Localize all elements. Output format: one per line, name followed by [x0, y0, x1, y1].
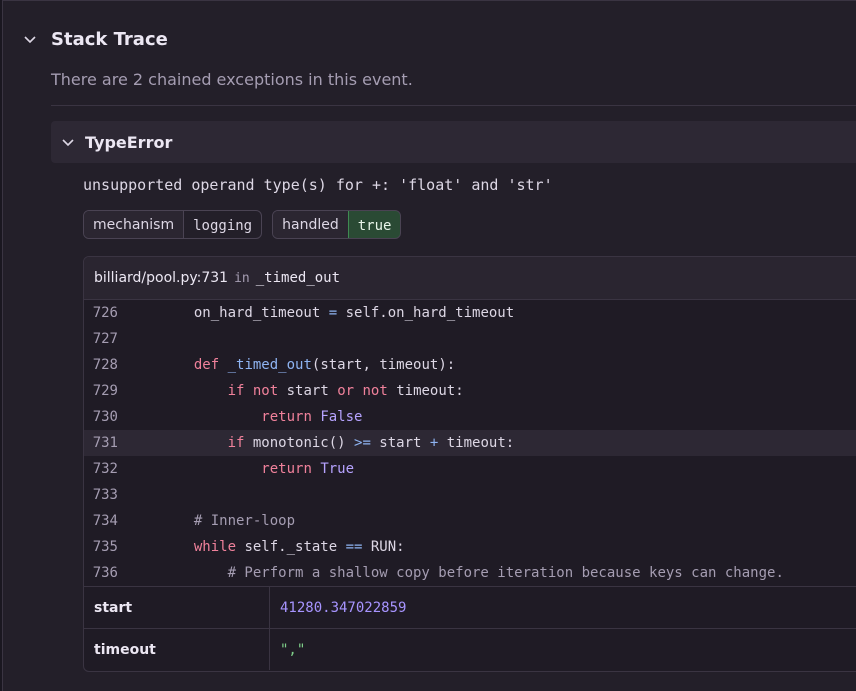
line-number: 729: [92, 383, 118, 399]
line-number: 728: [92, 357, 118, 373]
divider: [51, 105, 856, 106]
frame-in-label: in: [234, 270, 250, 286]
chained-exceptions-summary: There are 2 chained exceptions in this e…: [51, 70, 413, 89]
stack-frame: billiard/pool.py:731 in _timed_out 726 o…: [83, 256, 856, 672]
code-line: 733: [84, 482, 856, 508]
exception-tags: mechanism logging handled true: [83, 210, 402, 239]
section-title: Stack Trace: [51, 28, 168, 50]
line-number: 736: [92, 565, 118, 581]
line-source: # Perform a shallow copy before iteratio…: [118, 565, 784, 581]
tag-key: mechanism: [84, 211, 185, 238]
frame-function: _timed_out: [255, 270, 341, 286]
line-source: if monotonic() >= start + timeout:: [227, 435, 515, 451]
variable-name: start: [84, 587, 270, 628]
line-number: 733: [92, 487, 118, 503]
code-line: 736 # Perform a shallow copy before iter…: [84, 560, 856, 586]
code-line: 728 def _timed_out(start, timeout):: [84, 352, 856, 378]
line-number: 731: [92, 435, 118, 451]
line-number: 730: [92, 409, 118, 425]
variable-value: 41280.347022859: [280, 599, 407, 616]
frame-header[interactable]: billiard/pool.py:731 in _timed_out: [84, 257, 856, 300]
line-number: 734: [92, 513, 118, 529]
line-source: return True: [261, 461, 355, 477]
stack-trace-panel: Stack Trace There are 2 chained exceptio…: [2, 0, 856, 691]
frame-filename: billiard/pool.py:731: [94, 270, 229, 286]
code-line: 734 # Inner-loop: [84, 508, 856, 534]
line-source: return False: [261, 409, 363, 425]
stack-trace-header[interactable]: Stack Trace: [23, 25, 168, 53]
variable-value: ",": [280, 641, 306, 658]
exception-header[interactable]: TypeError: [51, 121, 856, 163]
code-line: 735 while self._state == RUN:: [84, 534, 856, 560]
active-code-line: 731 if monotonic() >= start + timeout:: [84, 430, 856, 456]
frame-variables: start 41280.347022859 timeout ",": [84, 586, 856, 670]
variable-row: timeout ",": [84, 629, 856, 670]
variable-row: start 41280.347022859: [84, 587, 856, 629]
mechanism-tag[interactable]: mechanism logging: [83, 210, 263, 239]
code-line: 726 on_hard_timeout = self.on_hard_timeo…: [84, 300, 856, 326]
chevron-down-icon[interactable]: [61, 135, 75, 149]
line-number: 726: [92, 305, 118, 321]
code-line: 729 if not start or not timeout:: [84, 378, 856, 404]
line-source: on_hard_timeout = self.on_hard_timeout: [118, 305, 515, 321]
tag-value: logging: [193, 218, 253, 234]
line-number: 727: [92, 331, 118, 347]
handled-tag[interactable]: handled true: [272, 210, 402, 239]
line-source: def _timed_out(start, timeout):: [193, 357, 456, 373]
code-line: 727: [84, 326, 856, 352]
line-number: 732: [92, 461, 118, 477]
code-line: 732 return True: [84, 456, 856, 482]
line-source: if not start or not timeout:: [227, 383, 464, 399]
line-source: # Inner-loop: [118, 513, 296, 529]
line-source: while self._state == RUN:: [193, 539, 405, 555]
exception-type: TypeError: [85, 132, 173, 152]
line-number: 735: [92, 539, 118, 555]
code-line: 730 return False: [84, 404, 856, 430]
chevron-down-icon[interactable]: [23, 32, 37, 46]
tag-key: handled: [273, 211, 349, 238]
code-context: 726 on_hard_timeout = self.on_hard_timeo…: [84, 300, 856, 586]
variable-name: timeout: [84, 629, 270, 670]
tag-value: true: [347, 211, 401, 238]
exception-value: unsupported operand type(s) for +: 'floa…: [83, 176, 553, 194]
